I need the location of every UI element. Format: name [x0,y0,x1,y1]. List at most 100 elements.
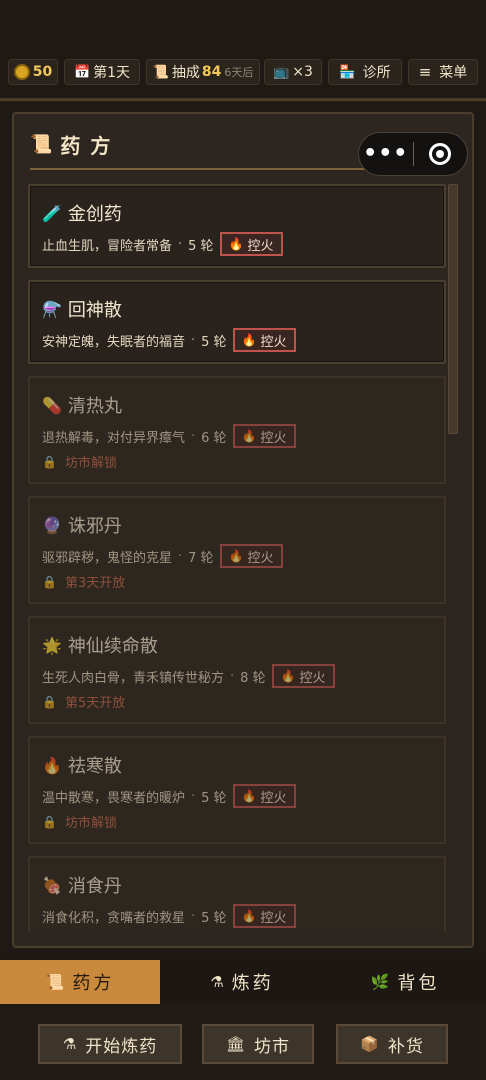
unlock-text: 第3天开放 [64,576,126,591]
fire-icon: 🔥 [241,789,257,803]
bank-icon: 🏛 [225,1035,247,1053]
miniprogram-capsule: ••• [358,132,468,176]
tab-label: 背包 [397,973,440,994]
fire-icon: 🔥 [241,909,257,923]
tab-recipes[interactable]: 📜 药方 [0,960,160,1004]
start-refine-label: 开始炼药 [85,1036,158,1057]
badge-label: 控火 [260,334,287,350]
separator-dot: · [178,236,183,252]
tab-bar: 📜 药方 ⚗ 炼药 🌿 背包 [0,958,486,1004]
recipe-card[interactable]: 🔮 诛邪丹 驱邪辟秽，鬼怪的克星 · 7 轮 🔥 控火 🔒 第3天开放 [28,496,446,604]
unlock-requirement: 🔒 坊市解锁 [42,452,117,472]
market-button[interactable]: 🏛 坊市 [202,1024,314,1064]
unlock-requirement: 🔒 坊市解锁 [42,812,117,832]
recipe-icon: 🍖 [42,875,62,895]
badge-label: 控火 [247,238,274,254]
tab-label: 药方 [72,973,115,994]
restock-button[interactable]: 📦 补货 [336,1024,448,1064]
recipe-desc: 止血生肌，冒险者常备 [42,238,173,254]
recipe-desc: 安神定魄，失眠者的福音 [42,334,186,350]
recipe-info: 温中散寒，畏寒者的暖炉 · 5 轮 🔥 控火 [42,784,296,808]
target-icon [429,143,452,165]
recipe-title: 🧪 金创药 [42,200,122,226]
recipe-card[interactable]: 🧪 金创药止血生肌，冒险者常备 · 5 轮 🔥 控火 [28,184,446,268]
fire-icon: 🔥 [241,429,257,443]
unlock-text: 坊市解锁 [64,456,117,471]
commission-note: 6天后 [224,66,254,79]
recipe-info: 驱邪辟秽，鬼怪的克星 · 7 轮 🔥 控火 [42,544,283,568]
menu-button[interactable]: ≡ 菜单 [408,59,478,85]
recipe-rounds: 6 轮 [201,430,227,446]
recipe-panel: 📜 药方 ••• 🧪 金创药 止血生肌，冒险者常备 · 5 轮 🔥 控火 ⚗️ 回神散 安神定魄，… [12,112,474,948]
panel-title-text: 药方 [60,134,121,158]
fire-icon: 🔥 [228,237,244,251]
recipe-info: 安神定魄，失眠者的福音 · 5 轮 🔥 控火 [42,328,296,352]
badge-label: 控火 [260,910,287,926]
recipe-title: 🔮 诛邪丹 [42,512,122,538]
tab-backpack[interactable]: 🌿 背包 [324,960,486,1004]
commission-counter: 📜 抽成 84 6天后 [146,59,260,85]
recipe-info: 生死人肉白骨，青禾镇传世秘方 · 8 轮 🔥 控火 [42,664,335,688]
fire-icon: 🔥 [280,669,296,683]
recipe-rounds: 5 轮 [201,910,227,926]
recipe-rounds: 5 轮 [188,238,214,254]
tv-icon: 📺 [273,64,290,80]
day-counter: 📅 第1天 [64,59,140,85]
coin-amount: 50 [32,64,53,80]
tab-refine[interactable]: ⚗ 炼药 [162,960,322,1004]
coin-counter: 50 [8,59,58,85]
hamburger-icon: ≡ [418,63,432,81]
recipe-icon: ⚗️ [42,299,62,319]
coin-icon [13,64,30,80]
day-label: 第1天 [93,65,131,81]
recipe-icon: 🌟 [42,635,62,655]
recipe-name: 祛寒散 [67,756,122,777]
clinic-label: 诊所 [362,65,391,81]
separator-dot: · [191,788,196,804]
recipe-card[interactable]: 💊 清热丸 退热解毒，对付异界瘴气 · 6 轮 🔥 控火 🔒 坊市解锁 [28,376,446,484]
recipe-title: 🔥 祛寒散 [42,752,122,778]
fire-control-badge: 🔥 控火 [232,904,296,928]
recipe-name: 回神散 [67,300,122,321]
fire-control-badge: 🔥 控火 [219,544,283,568]
restock-label: 补货 [387,1036,424,1057]
panel-title: 📜 药方 [30,130,120,159]
lock-icon: 🔒 [42,694,57,709]
calendar-icon: 📅 [73,64,91,80]
action-bar: ⚗ 开始炼药 🏛 坊市 📦 补货 [0,1004,486,1080]
clinic-button[interactable]: 🏪 诊所 [328,59,402,85]
recipe-card[interactable]: 🔥 祛寒散 温中散寒，畏寒者的暖炉 · 5 轮 🔥 控火 🔒 坊市解锁 [28,736,446,844]
recipe-card[interactable]: 🍖 消食丹 消食化积，贪嘴者的救星 · 5 轮 🔥 控火 [28,856,446,932]
fire-control-badge: 🔥 控火 [271,664,335,688]
recipe-rounds: 8 轮 [240,670,266,686]
more-options-button[interactable]: ••• [359,132,413,176]
recipe-list[interactable]: 🧪 金创药 止血生肌，冒险者常备 · 5 轮 🔥 控火 ⚗️ 回神散 安神定魄，失眠者的福音 · 5 … [28,184,446,932]
commission-label: 抽成 [171,65,200,81]
separator-dot: · [230,668,235,684]
fire-control-badge: 🔥 控火 [232,328,296,352]
scroll-icon: 📜 [30,134,53,155]
recipe-name: 清热丸 [67,396,122,417]
recipe-card[interactable]: 🌟 神仙续命散 生死人肉白骨，青禾镇传世秘方 · 8 轮 🔥 控火 🔒 第5天开放 [28,616,446,724]
separator-dot: · [178,548,183,564]
speed-button[interactable]: 📺 ×3 [264,59,322,85]
shop-icon: 🏪 [339,64,356,80]
top-status-bar: 50 📅 第1天 📜 抽成 84 6天后 📺 ×3 🏪 诊所 ≡ 菜单 [0,54,486,90]
recipe-desc: 生死人肉白骨，青禾镇传世秘方 [42,670,225,686]
market-label: 坊市 [254,1036,291,1057]
recipe-desc: 退热解毒，对付异界瘴气 [42,430,186,446]
commission-value: 84 [201,64,222,80]
recipe-card[interactable]: ⚗️ 回神散 安神定魄，失眠者的福音 · 5 轮 🔥 控火 [28,280,446,364]
menu-label: 菜单 [439,65,468,81]
recipe-rounds: 5 轮 [201,790,227,806]
close-miniprogram-button[interactable] [414,143,468,165]
start-refine-button[interactable]: ⚗ 开始炼药 [38,1024,182,1064]
divider [0,98,486,102]
badge-label: 控火 [247,550,274,566]
recipe-info: 止血生肌，冒险者常备 · 5 轮 🔥 控火 [42,232,283,256]
scrollbar[interactable] [448,184,458,434]
fire-control-badge: 🔥 控火 [232,784,296,808]
recipe-title: ⚗️ 回神散 [42,296,122,322]
unlock-requirement: 🔒 第5天开放 [42,692,125,712]
recipe-rounds: 5 轮 [201,334,227,350]
